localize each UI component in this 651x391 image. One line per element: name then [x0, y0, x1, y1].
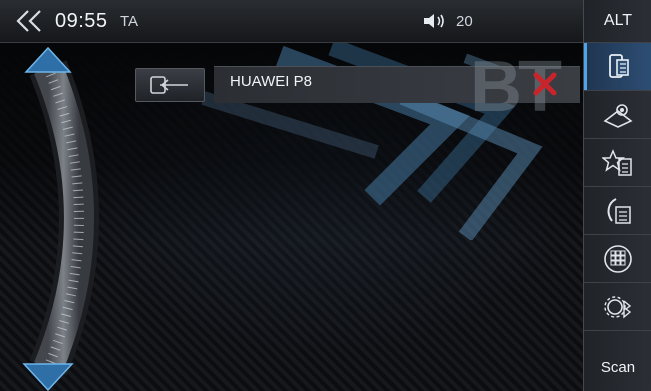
exit-icon — [150, 76, 188, 94]
volume-level: 20 — [456, 13, 473, 30]
sidebar-item-phonebook[interactable] — [584, 91, 651, 139]
bt-settings-icon — [604, 295, 632, 318]
scroll-down-icon[interactable] — [22, 363, 74, 391]
sidebar-item-keypad[interactable] — [584, 235, 651, 283]
volume-icon — [424, 14, 444, 28]
alt-button[interactable]: ALT — [584, 0, 651, 43]
scan-label: Scan — [600, 359, 636, 376]
scroll-arc[interactable] — [20, 46, 140, 391]
keypad-icon — [604, 244, 632, 273]
phonebook-icon — [603, 103, 633, 128]
alt-label: ALT — [603, 12, 633, 29]
delete-icon[interactable] — [532, 71, 558, 97]
sidebar-item-favorites[interactable] — [584, 139, 651, 187]
disconnect-button[interactable] — [135, 68, 205, 102]
sidebar: ALT Scan — [583, 0, 651, 391]
sidebar-item-call-log[interactable] — [584, 187, 651, 235]
sidebar-item-phone[interactable] — [584, 43, 651, 91]
scroll-up-icon[interactable] — [24, 46, 72, 73]
scan-button[interactable]: Scan — [584, 344, 651, 391]
sidebar-item-bt-settings[interactable] — [584, 283, 651, 331]
back-icon[interactable] — [14, 8, 48, 34]
device-name: HUAWEI P8 — [230, 73, 312, 90]
ta-indicator: TA — [120, 13, 139, 30]
status-bar: 09:55 TA 20 — [0, 0, 583, 43]
favorites-icon — [602, 148, 632, 176]
clock: 09:55 — [55, 10, 108, 32]
call-log-icon — [607, 197, 631, 224]
phone-contacts-icon — [609, 53, 629, 78]
